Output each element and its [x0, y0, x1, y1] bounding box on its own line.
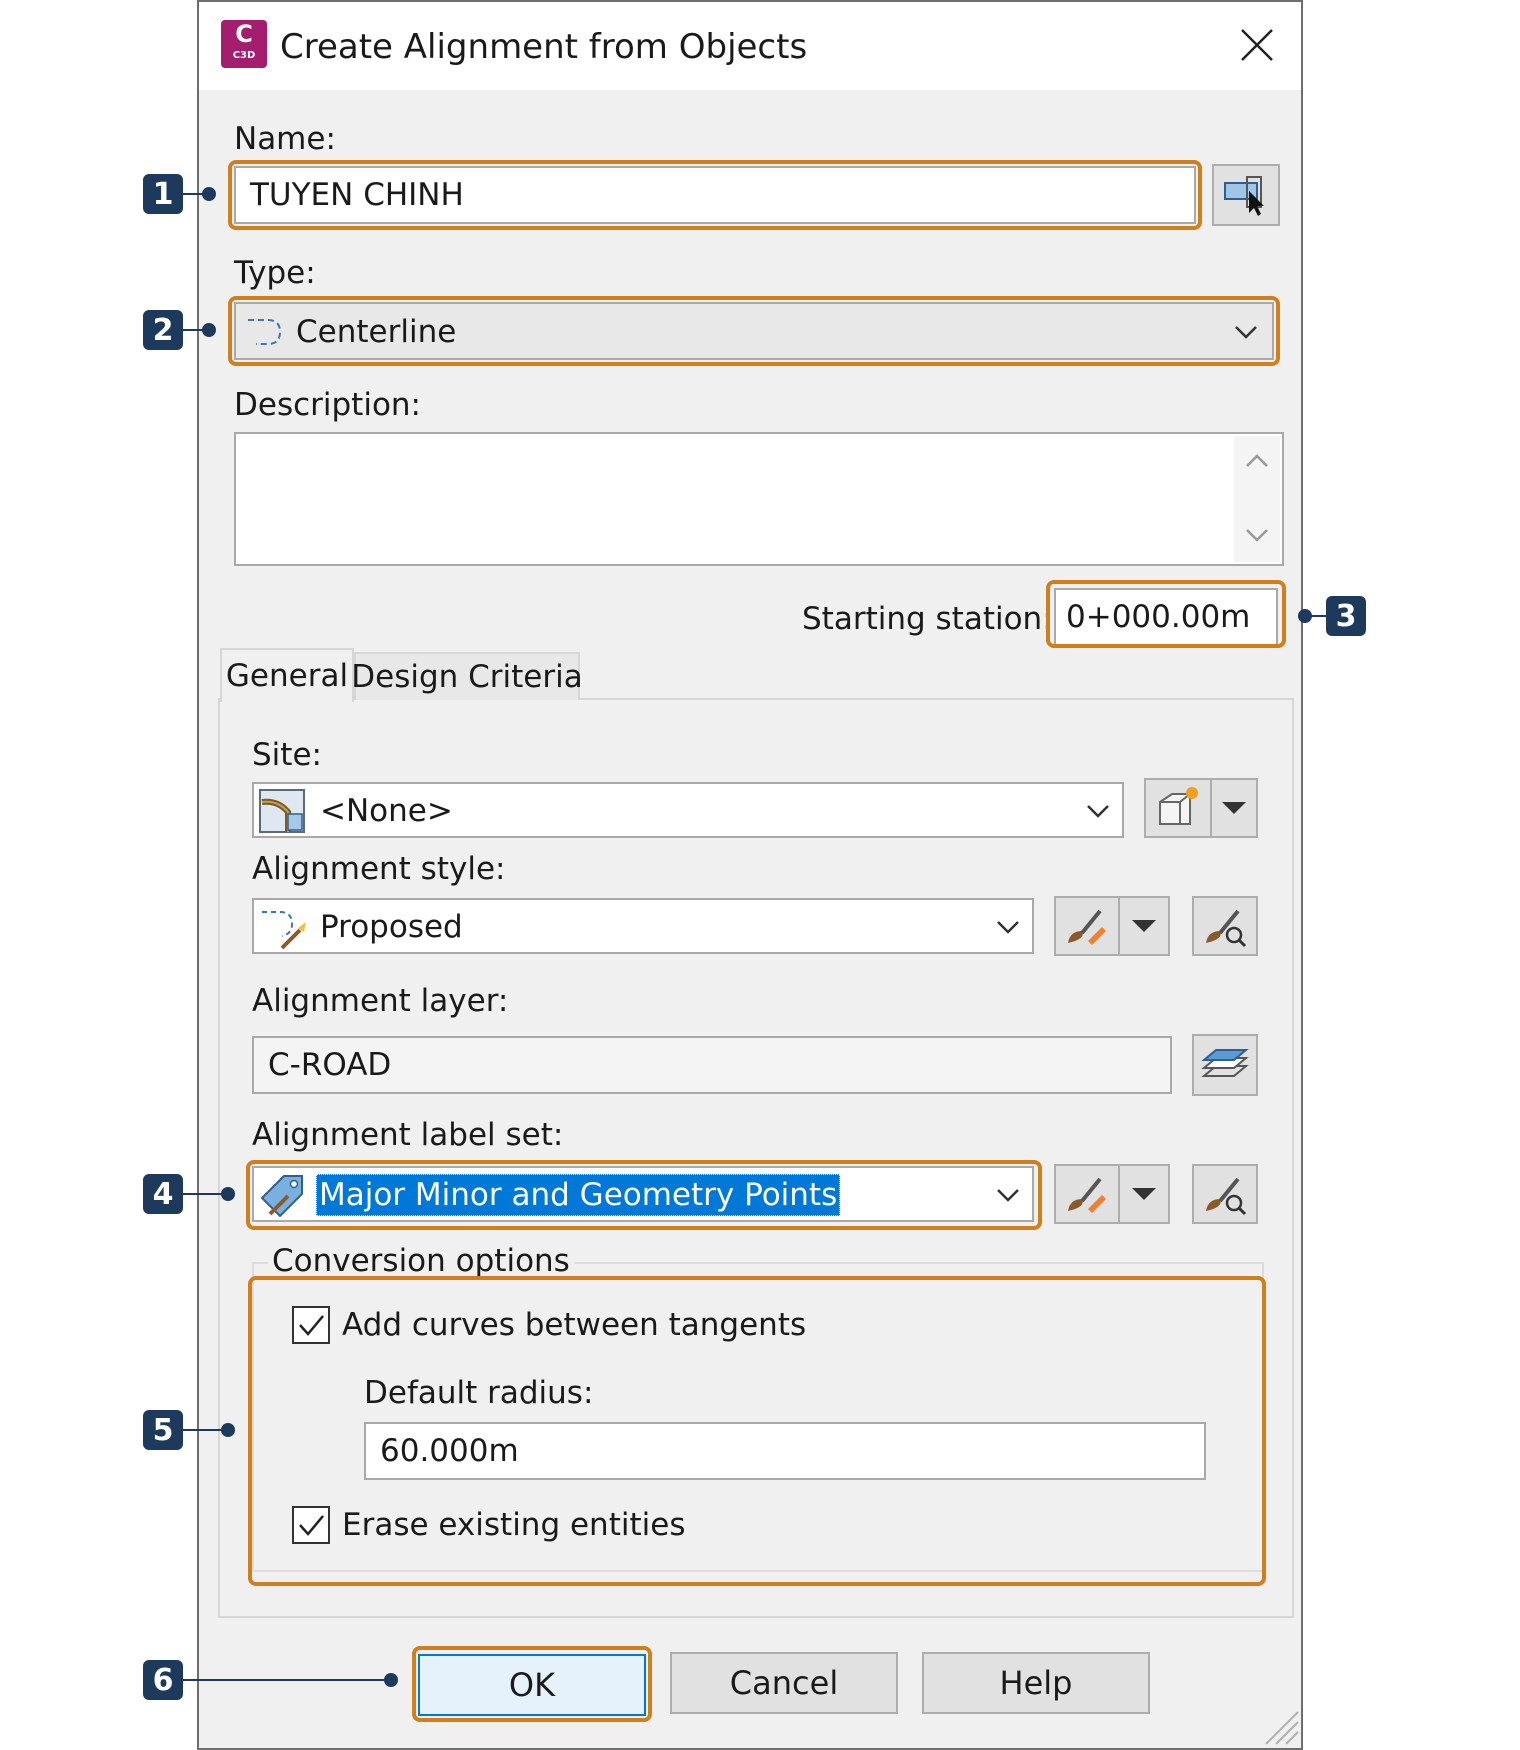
site-select[interactable]: <None> — [252, 782, 1124, 838]
caret-down-icon — [1132, 1188, 1156, 1200]
tab-design-criteria-label: Design Criteria — [351, 659, 583, 695]
view-style-icon — [1206, 1177, 1247, 1216]
callout-badge-3: 3 — [1326, 596, 1366, 636]
app-icon-subtext: C3D — [232, 50, 256, 61]
starting-station-label: Starting station: — [802, 601, 1053, 637]
layer-select-button[interactable] — [1192, 1034, 1258, 1096]
alignment-style-icon — [262, 911, 306, 950]
callout-dot-1 — [202, 187, 216, 201]
add-curves-checkbox[interactable] — [292, 1306, 330, 1344]
add-curves-label: Add curves between tangents — [342, 1307, 807, 1343]
pick-from-drawing-icon — [1224, 176, 1264, 216]
close-button[interactable] — [1234, 22, 1280, 68]
tab-general-label: General — [225, 658, 349, 694]
callout-leader-6 — [183, 1679, 387, 1681]
site-icon — [259, 789, 305, 833]
cancel-button[interactable]: Cancel — [670, 1652, 898, 1714]
pick-from-drawing-button[interactable] — [1212, 164, 1280, 226]
ok-highlight — [412, 1646, 652, 1722]
caret-down-icon — [1222, 802, 1246, 814]
view-style-icon — [1206, 909, 1247, 948]
resize-grip-icon[interactable] — [1262, 1706, 1300, 1746]
edit-style-dropdown-button[interactable] — [1118, 896, 1170, 956]
callout-dot-5 — [221, 1423, 235, 1437]
window-title: Create Alignment from Objects — [280, 27, 808, 67]
description-textarea[interactable] — [234, 432, 1284, 566]
callout-dot-2 — [202, 323, 216, 337]
callout-leader-3 — [1305, 615, 1327, 617]
callout-badge-1: 1 — [143, 174, 183, 214]
conversion-options-label: Conversion options — [268, 1246, 574, 1277]
edit-label-set-button[interactable] — [1054, 1164, 1120, 1224]
edit-label-set-dropdown-button[interactable] — [1118, 1164, 1170, 1224]
caret-down-icon — [1132, 920, 1156, 932]
chevron-down-icon — [997, 921, 1019, 934]
create-site-icon — [1159, 787, 1198, 825]
erase-entities-label: Erase existing entities — [342, 1507, 686, 1543]
help-button[interactable]: Help — [922, 1652, 1150, 1714]
description-scrollbar[interactable] — [1234, 436, 1280, 562]
scroll-up-icon[interactable] — [1240, 446, 1274, 476]
scroll-down-icon[interactable] — [1240, 520, 1274, 550]
name-label: Name: — [234, 121, 336, 157]
checkmark-icon — [299, 1315, 324, 1336]
callout-badge-6: 6 — [143, 1660, 183, 1700]
alignment-layer-label: Alignment layer: — [252, 983, 509, 1019]
type-highlight — [228, 296, 1280, 366]
callout-dot-6 — [384, 1673, 398, 1687]
default-radius-label: Default radius: — [364, 1375, 594, 1411]
callout-badge-5: 5 — [143, 1410, 183, 1450]
label-set-label: Alignment label set: — [252, 1117, 564, 1153]
label-set-highlight — [246, 1160, 1042, 1230]
alignment-style-label: Alignment style: — [252, 851, 506, 887]
checkmark-icon — [299, 1515, 324, 1536]
create-site-dropdown-button[interactable] — [1210, 778, 1258, 838]
starting-station-highlight — [1046, 580, 1286, 648]
create-site-button[interactable] — [1144, 778, 1212, 838]
app-icon-letter: C — [235, 20, 253, 48]
view-style-button[interactable] — [1192, 896, 1258, 956]
default-radius-input[interactable]: 60.000m — [364, 1422, 1206, 1480]
tab-general[interactable]: General — [220, 648, 354, 702]
chevron-down-icon — [1087, 805, 1109, 818]
default-radius-value: 60.000m — [380, 1433, 519, 1469]
alignment-layer-input[interactable]: C-ROAD — [252, 1036, 1172, 1094]
help-button-label: Help — [999, 1664, 1073, 1702]
app-icon: C C3D — [221, 20, 267, 68]
site-value: <None> — [320, 793, 453, 829]
alignment-layer-value: C-ROAD — [268, 1047, 392, 1083]
description-label: Description: — [234, 387, 421, 423]
alignment-style-value: Proposed — [320, 909, 463, 945]
callout-dot-4 — [221, 1187, 235, 1201]
callout-badge-4: 4 — [143, 1174, 183, 1214]
cancel-button-label: Cancel — [729, 1664, 839, 1702]
tab-design-criteria[interactable]: Design Criteria — [351, 652, 583, 700]
type-label: Type: — [234, 255, 316, 291]
edit-style-button[interactable] — [1054, 896, 1120, 956]
layers-icon — [1201, 1049, 1249, 1077]
view-label-set-button[interactable] — [1192, 1164, 1258, 1224]
name-highlight — [228, 160, 1202, 230]
site-label: Site: — [252, 737, 322, 773]
callout-badge-2: 2 — [143, 310, 183, 350]
erase-entities-checkbox[interactable] — [292, 1506, 330, 1544]
alignment-style-select[interactable]: Proposed — [252, 898, 1034, 954]
edit-style-icon — [1068, 1177, 1106, 1213]
edit-style-icon — [1068, 909, 1106, 945]
close-icon — [1241, 29, 1273, 61]
